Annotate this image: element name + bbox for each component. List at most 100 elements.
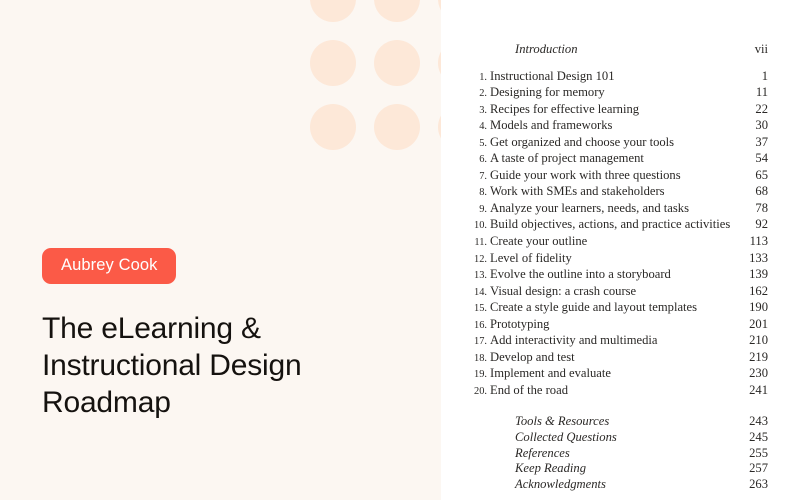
toc-entry-label: Keep Reading — [515, 461, 586, 476]
book-spread: Aubrey Cook The eLearning & Instructiona… — [0, 0, 792, 500]
toc-entry[interactable]: Tools & Resources 243 — [465, 414, 768, 430]
toc-entry-label: Evolve the outline into a storyboard — [490, 267, 671, 282]
toc-entry[interactable]: 18. Develop and test 219 — [465, 350, 768, 367]
toc-entry-page: 263 — [749, 476, 768, 491]
toc-entry[interactable]: Collected Questions 245 — [465, 430, 768, 446]
toc-entry[interactable]: 6. A taste of project management 54 — [465, 151, 768, 168]
toc-entry-page: 190 — [749, 300, 768, 315]
toc-entry-label: Work with SMEs and stakeholders — [490, 184, 665, 199]
toc-back-matter-group: Tools & Resources 243 Collected Questions 2… — [465, 414, 768, 492]
toc-entry-page: 257 — [749, 461, 768, 476]
toc-entry-label: Designing for memory — [490, 85, 605, 100]
toc-entry-number: 17. — [474, 336, 487, 348]
toc-list: Introduction vii 1. Instructional Design 1… — [465, 42, 768, 492]
toc-entry-number: 20. — [474, 385, 487, 397]
toc-entry-number: 1. — [479, 71, 487, 83]
toc-entry[interactable]: 13. Evolve the outline into a storyboard 1… — [465, 267, 768, 284]
toc-entry-page: 1 — [761, 68, 768, 83]
toc-entry-label: Level of fidelity — [490, 250, 572, 265]
toc-entry-label: Prototyping — [490, 316, 550, 331]
toc-entry-label: Add interactivity and multimedia — [490, 333, 658, 348]
toc-entry-page: 243 — [749, 414, 768, 429]
toc-entry-page: 230 — [749, 366, 768, 381]
toc-entry-label: Acknowledgments — [515, 476, 606, 491]
toc-entry-page: 219 — [749, 349, 768, 364]
toc-entry[interactable]: 4. Models and frameworks 30 — [465, 118, 768, 135]
toc-entry-page: 201 — [749, 316, 768, 331]
toc-entry[interactable]: 9. Analyze your learners, needs, and task… — [465, 201, 768, 218]
toc-entry-page: 92 — [755, 217, 768, 232]
toc-entry-number: 18. — [474, 352, 487, 364]
toc-entry-page: 133 — [749, 250, 768, 265]
toc-entry[interactable]: 17. Add interactivity and multimedia 210 — [465, 333, 768, 350]
toc-entry-page: 162 — [749, 283, 768, 298]
toc-entry-label: References — [515, 445, 570, 460]
toc-entry-number: 9. — [479, 203, 487, 215]
toc-entry[interactable]: 20. End of the road 241 — [465, 383, 768, 400]
toc-entry-number: 10. — [474, 220, 487, 232]
toc-entry-label: Get organized and choose your tools — [490, 134, 675, 149]
toc-entry-label: Develop and test — [490, 349, 575, 364]
toc-entry-label: Analyze your learners, needs, and tasks — [490, 200, 689, 215]
toc-entry[interactable]: 7. Guide your work with three questions 65 — [465, 168, 768, 185]
decorative-dot — [374, 104, 420, 150]
toc-entry-label: Collected Questions — [515, 430, 617, 445]
toc-entry-number: 11. — [474, 237, 487, 249]
toc-entry[interactable]: 10. Build objectives, actions, and practi… — [465, 217, 768, 234]
toc-entry-page: 245 — [749, 430, 768, 445]
toc-entry-number: 5. — [479, 137, 487, 149]
toc-entry[interactable]: 12. Level of fidelity 133 — [465, 251, 768, 268]
toc-entry[interactable]: 3. Recipes for effective learning 22 — [465, 102, 768, 119]
decorative-dot — [310, 0, 356, 22]
toc-entry[interactable]: Keep Reading 257 — [465, 461, 768, 477]
toc-entry-label: Build objectives, actions, and practice … — [490, 217, 731, 232]
toc-entry[interactable]: 1. Instructional Design 101 1 — [465, 69, 768, 86]
toc-entry[interactable]: 15. Create a style guide and layout templ… — [465, 300, 768, 317]
toc-entry-page: 65 — [755, 167, 768, 182]
toc-entry[interactable]: 11. Create your outline 113 — [465, 234, 768, 251]
toc-entry-number: 2. — [479, 88, 487, 100]
toc-entry[interactable]: 5. Get organized and choose your tools 37 — [465, 135, 768, 152]
toc-entry[interactable]: 8. Work with SMEs and stakeholders 68 — [465, 184, 768, 201]
decorative-dot — [310, 104, 356, 150]
toc-entry-label: Recipes for effective learning — [490, 101, 640, 116]
decorative-dot — [374, 0, 420, 22]
toc-entry[interactable]: 19. Implement and evaluate 230 — [465, 366, 768, 383]
toc-entry-page: 113 — [749, 234, 768, 249]
toc-entry-label: Implement and evaluate — [490, 366, 611, 381]
toc-entry-number: 7. — [479, 170, 487, 182]
toc-entry[interactable]: 14. Visual design: a crash course 162 — [465, 284, 768, 301]
toc-entry-page: vii — [754, 42, 768, 56]
toc-entry-page: 30 — [755, 118, 768, 133]
toc-entry-label: Instructional Design 101 — [490, 68, 615, 83]
toc-entry[interactable]: Introduction vii — [465, 42, 768, 58]
toc-entry-page: 68 — [755, 184, 768, 199]
toc-entry-page: 241 — [749, 382, 768, 397]
cover-title: The eLearning & Instructional Design Roa… — [42, 311, 302, 419]
toc-entry-page: 54 — [755, 151, 768, 166]
decorative-dot — [310, 40, 356, 86]
toc-entry-label: Guide your work with three questions — [490, 167, 681, 182]
toc-entry[interactable]: Acknowledgments 263 — [465, 477, 768, 493]
toc-entry-label: A taste of project management — [490, 151, 644, 166]
toc-chapter-group: 1. Instructional Design 101 1 2. Designing f… — [465, 69, 768, 400]
decorative-dot-pattern — [310, 0, 441, 176]
toc-entry-page: 37 — [755, 134, 768, 149]
toc-entry-page: 78 — [755, 200, 768, 215]
toc-entry[interactable]: References 255 — [465, 446, 768, 462]
toc-front-matter-group: Introduction vii — [465, 42, 768, 58]
toc-entry-label: Tools & Resources — [515, 414, 610, 429]
toc-entry-page: 210 — [749, 333, 768, 348]
toc-entry-page: 255 — [749, 445, 768, 460]
toc-entry-number: 19. — [474, 369, 487, 381]
toc-entry[interactable]: 16. Prototyping 201 — [465, 317, 768, 334]
toc-entry[interactable]: 2. Designing for memory 11 — [465, 85, 768, 102]
cover-content: Aubrey Cook The eLearning & Instructiona… — [42, 248, 402, 421]
toc-entry-number: 12. — [474, 253, 487, 265]
toc-entry-number: 16. — [474, 319, 487, 331]
toc-entry-number: 14. — [474, 286, 487, 298]
toc-entry-number: 13. — [474, 270, 487, 282]
toc-entry-label: Models and frameworks — [490, 118, 613, 133]
toc-entry-page: 11 — [755, 85, 768, 100]
cover-panel: Aubrey Cook The eLearning & Instructiona… — [0, 0, 441, 500]
